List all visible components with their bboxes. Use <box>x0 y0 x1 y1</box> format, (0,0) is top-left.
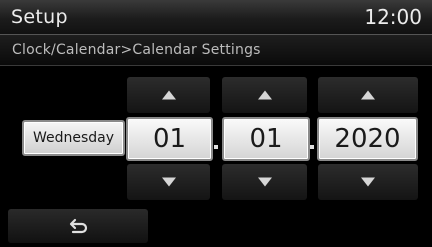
triangle-up-icon <box>161 90 176 100</box>
page-title: Setup <box>11 6 68 28</box>
second-field-down-button[interactable] <box>222 164 307 200</box>
back-button[interactable] <box>8 209 148 243</box>
day-of-week-display: Wednesday <box>22 120 125 156</box>
year-down-button[interactable] <box>318 164 418 200</box>
clock-display: 12:00 <box>364 5 422 29</box>
year-field[interactable]: 2020 <box>317 117 418 161</box>
triangle-up-icon <box>361 90 375 100</box>
second-field-up-button[interactable] <box>222 77 307 113</box>
first-field-up-button[interactable] <box>127 77 210 113</box>
first-date-field[interactable]: 01 <box>126 117 213 161</box>
title-bar: Setup 12:00 <box>0 0 432 35</box>
back-return-icon <box>69 218 88 234</box>
triangle-down-icon <box>361 177 375 187</box>
second-date-field[interactable]: 01 <box>222 117 310 161</box>
year-up-button[interactable] <box>318 77 418 113</box>
date-separator <box>310 145 314 149</box>
date-separator <box>214 145 218 149</box>
calendar-settings-screen: Setup 12:00 Clock/Calendar>Calendar Sett… <box>0 0 432 247</box>
triangle-down-icon <box>161 177 176 187</box>
breadcrumb-text: Clock/Calendar>Calendar Settings <box>12 42 261 58</box>
triangle-down-icon <box>257 177 272 187</box>
first-field-down-button[interactable] <box>127 164 210 200</box>
triangle-up-icon <box>257 90 272 100</box>
breadcrumb: Clock/Calendar>Calendar Settings <box>0 35 432 66</box>
